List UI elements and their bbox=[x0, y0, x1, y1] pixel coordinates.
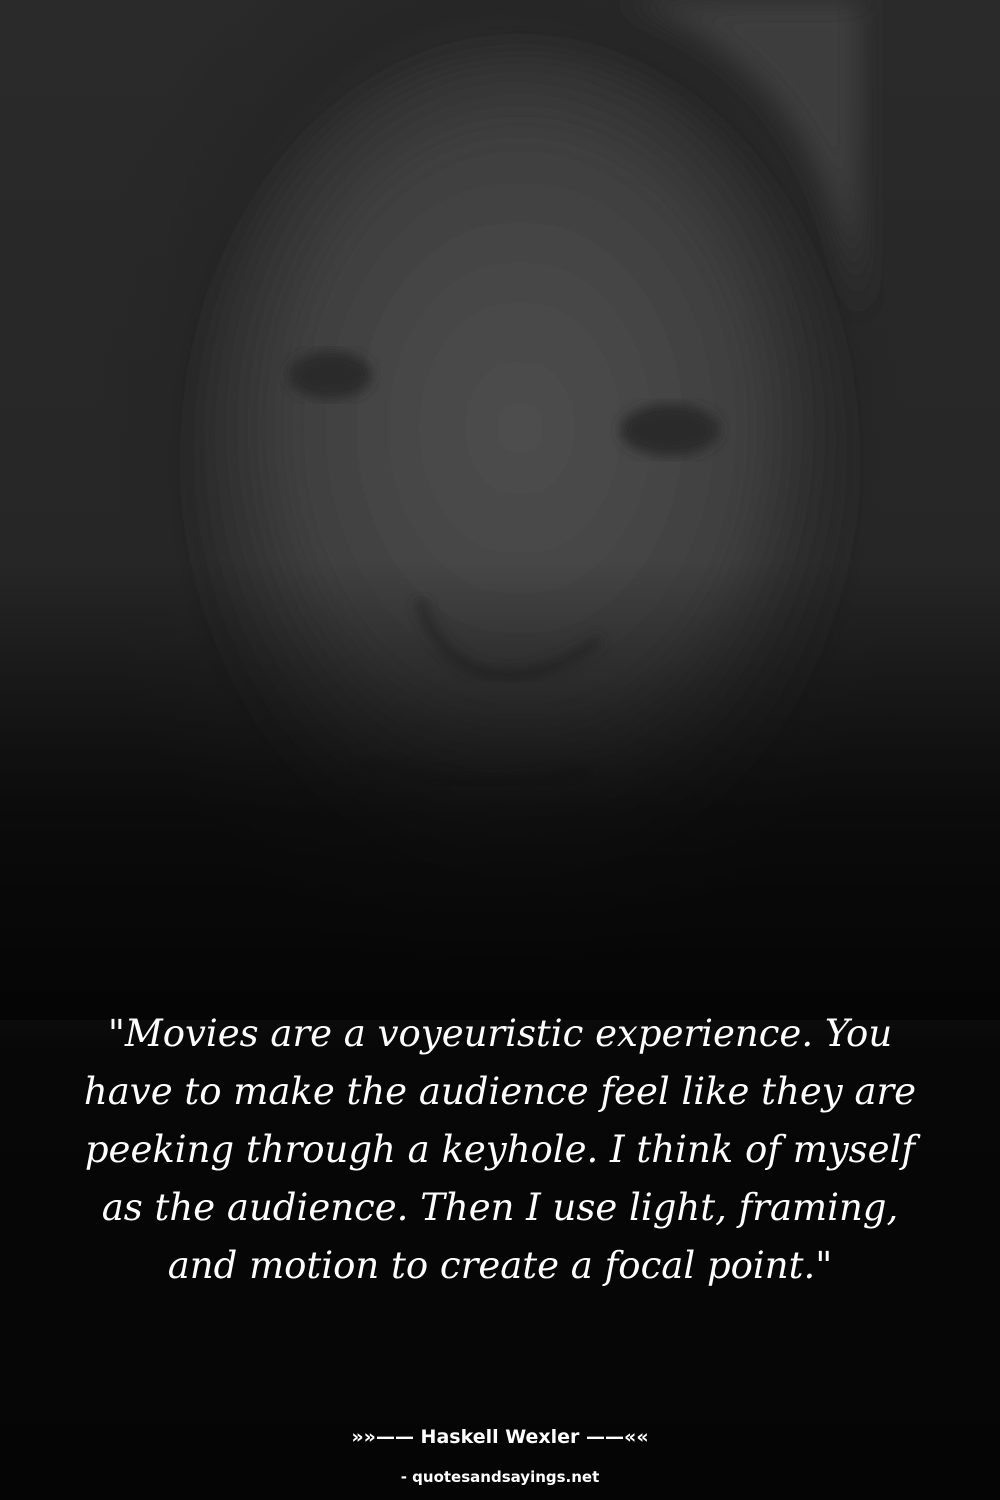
watermark-text: - quotesandsayings.net bbox=[400, 1468, 600, 1486]
background-fade bbox=[0, 560, 1000, 1020]
left-eye bbox=[288, 351, 372, 399]
author-attribution: »»—— Haskell Wexler ——«« bbox=[351, 1426, 649, 1448]
quote-text: "Movies are a voyeuristic experience. Yo… bbox=[83, 1012, 917, 1287]
right-eye bbox=[620, 404, 720, 456]
quote-poster: "Movies are a voyeuristic experience. Yo… bbox=[0, 0, 1000, 1500]
